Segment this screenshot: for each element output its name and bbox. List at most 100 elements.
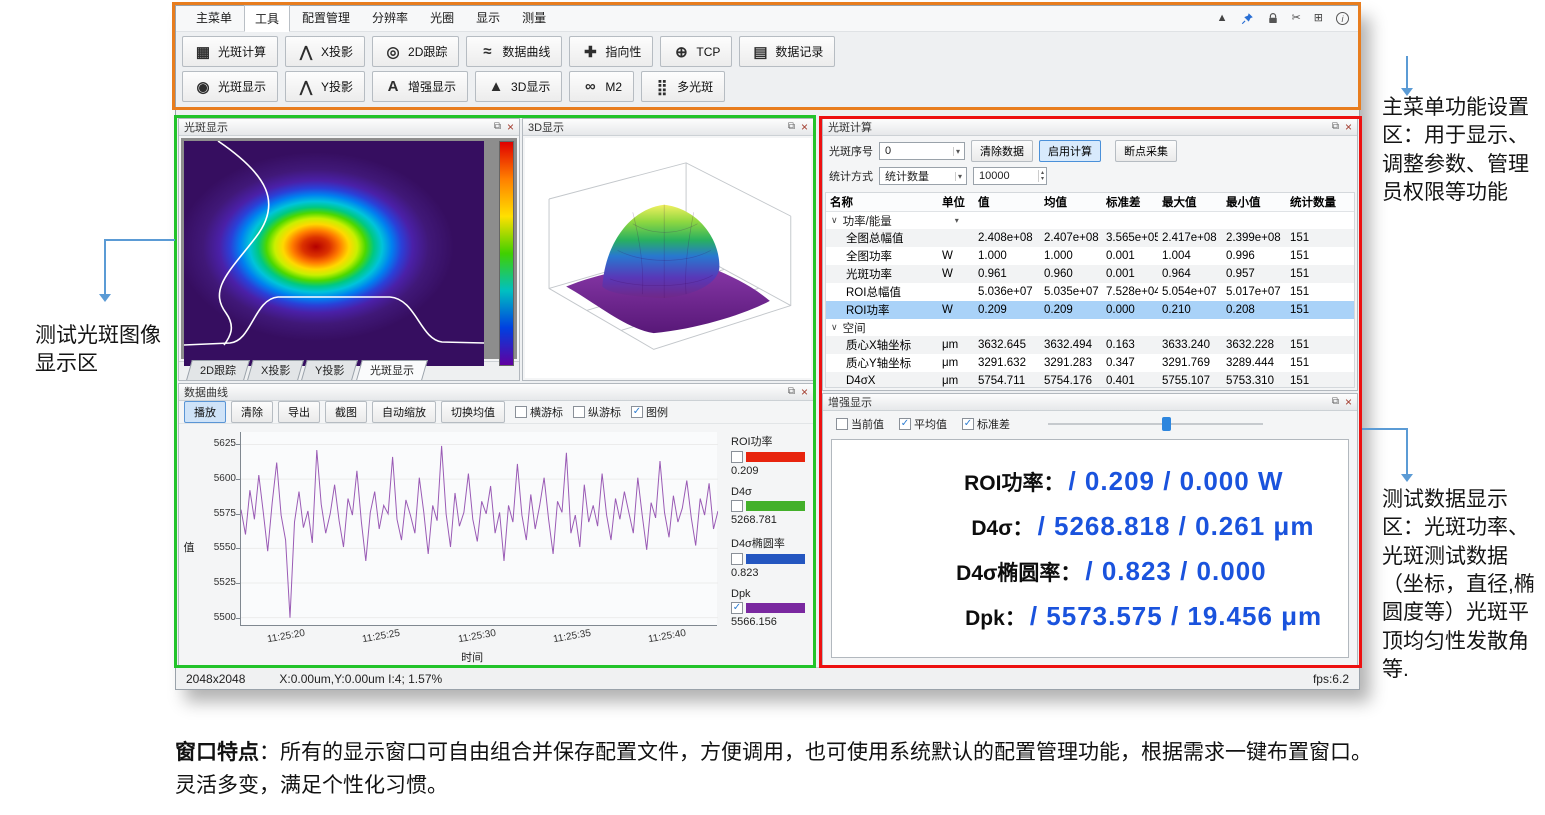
surface-3d-plot[interactable] [525,138,811,378]
gauge-checkbox[interactable] [731,553,743,565]
toolbar-button[interactable]: ⣿多光斑 [641,71,725,102]
float-icon[interactable]: ⧉ [1332,397,1339,407]
close-icon[interactable]: × [1345,121,1352,133]
close-icon[interactable]: × [801,121,808,133]
checkbox[interactable]: ✓ [962,418,974,430]
table-row[interactable]: ROI功率W0.2090.2090.0000.2100.208151 [826,301,1354,319]
checkbox-item[interactable]: ✓图例 [631,404,668,420]
float-icon[interactable]: ⧉ [1332,122,1339,132]
checkbox[interactable]: ✓ [899,418,911,430]
float-icon[interactable]: ⧉ [788,387,795,397]
curve-plot[interactable] [240,432,717,626]
stat-mode-combo[interactable]: 统计数量▾ [879,167,967,185]
toolbar-button[interactable]: ▤数据记录 [739,36,835,67]
menu-tab[interactable]: 显示 [466,5,510,32]
toolbar-button[interactable]: ⋀Y投影 [285,71,365,102]
toolbar-button[interactable]: ▦光斑计算 [182,36,278,67]
spot-tab[interactable]: 2D跟踪 [186,360,250,380]
lock-icon[interactable] [1267,12,1279,25]
filter-dropdown-icon[interactable]: ▾ [955,216,959,225]
gauge-checkbox[interactable] [731,500,743,512]
table-group-row[interactable]: ∨空间 [826,319,1354,336]
table-header-cell[interactable]: 统计数量 [1286,194,1354,210]
curve-button[interactable]: 导出 [278,401,320,423]
collapse-icon[interactable]: ▲ [1217,13,1228,24]
spot-index-combo[interactable]: 0▾ [879,142,965,160]
toolbar-button[interactable]: ▲3D显示 [475,71,562,102]
gauge-checkbox[interactable] [731,451,743,463]
toolbar-button[interactable]: ✚指向性 [569,36,653,67]
checkbox-label: 平均值 [914,416,947,432]
menu-tab[interactable]: 配置管理 [292,5,360,32]
checkbox-item[interactable]: ✓平均值 [899,416,947,432]
menu-tab[interactable]: 测量 [512,5,556,32]
table-cell: 0.961 [974,268,1040,280]
table-header-cell[interactable]: 值 [974,194,1040,210]
table-group-row[interactable]: ∨功率/能量▾ [826,212,1354,229]
table-row[interactable]: D4σXμm5754.7115754.1760.4015755.1075753.… [826,372,1354,388]
table-header-cell[interactable]: 均值 [1040,194,1102,210]
table-row[interactable]: 全图功率W1.0001.0000.0011.0040.996151 [826,247,1354,265]
table-row[interactable]: 质心X轴坐标μm3632.6453632.4940.1633633.240363… [826,336,1354,354]
toolbar-button[interactable]: A增强显示 [372,71,468,102]
toolbar-button[interactable]: ≈数据曲线 [466,36,562,67]
float-icon[interactable]: ⧉ [494,122,501,132]
table-row[interactable]: ROI总幅值5.036e+075.035e+077.528e+045.054e+… [826,283,1354,301]
spot-tab[interactable]: Y投影 [302,360,359,380]
pin-icon[interactable] [1241,12,1254,25]
table-cell: 0.209 [1040,304,1102,316]
gauge-bar [746,452,805,462]
curve-button[interactable]: 切换均值 [441,401,505,423]
toolbar-button[interactable]: ◎2D跟踪 [372,36,459,67]
menu-tab[interactable]: 光圈 [420,5,464,32]
cut-icon[interactable]: ✂ [1292,13,1301,24]
beam-image-area[interactable] [181,138,517,359]
table-row[interactable]: 光斑功率W0.9610.9600.0010.9640.957151 [826,265,1354,283]
curve-button[interactable]: 自动缩放 [372,401,436,423]
spot-tab[interactable]: X投影 [247,360,304,380]
enable-calc-button[interactable]: 启用计算 [1039,140,1101,162]
clear-data-button[interactable]: 清除数据 [971,140,1033,162]
checkbox-item[interactable]: ✓标准差 [962,416,1010,432]
toolbar-button[interactable]: ⊕TCP [660,36,732,67]
checkbox-item[interactable]: 横游标 [515,404,563,420]
table-header-cell[interactable]: 最大值 [1158,194,1222,210]
table-header-cell[interactable]: 最小值 [1222,194,1286,210]
toolbar-button[interactable]: ◉光斑显示 [182,71,278,102]
table-cell: 0.210 [1158,304,1222,316]
table-row[interactable]: 质心Y轴坐标μm3291.6323291.2830.3473291.769328… [826,354,1354,372]
table-header-cell[interactable]: 名称 [826,194,938,210]
gauge-checkbox[interactable]: ✓ [731,602,743,614]
checkbox[interactable] [573,406,585,418]
close-icon[interactable]: × [1345,396,1352,408]
checkbox-item[interactable]: 纵游标 [573,404,621,420]
curve-button[interactable]: 清除 [231,401,273,423]
table-row[interactable]: 全图总幅值2.408e+082.407e+083.565e+052.417e+0… [826,229,1354,247]
checkbox[interactable] [515,406,527,418]
layout-icon[interactable]: ⊞ [1314,13,1323,24]
enhance-slider[interactable] [1048,423,1263,425]
curve-button[interactable]: 截图 [325,401,367,423]
footer-note: 窗口特点：所有的显示窗口可自由组合并保存配置文件，方便调用，也可使用系统默认的配… [175,737,1390,802]
close-icon[interactable]: × [801,386,808,398]
spot-tab[interactable]: 光斑显示 [356,360,428,380]
table-header-cell[interactable]: 单位 [938,194,974,210]
slider-handle[interactable] [1162,417,1171,431]
table-header-cell[interactable]: 标准差 [1102,194,1158,210]
stat-count-spinner[interactable]: 10000▴▾ [973,167,1047,185]
checkbox[interactable]: ✓ [631,406,643,418]
info-icon[interactable]: i [1336,12,1349,25]
curve-button[interactable]: 播放 [184,401,226,423]
toolbar-button[interactable]: ∞M2 [569,71,634,102]
close-icon[interactable]: × [507,121,514,133]
checkbox[interactable] [836,418,848,430]
menu-tab[interactable]: 分辨率 [362,5,418,32]
breakpoint-capture-button[interactable]: 断点采集 [1115,140,1177,162]
float-icon[interactable]: ⧉ [788,122,795,132]
menu-tab[interactable]: 主菜单 [186,5,242,32]
toolbar-button[interactable]: ⋀X投影 [285,36,365,67]
checkbox-item[interactable]: 当前值 [836,416,884,432]
table-cell: 151 [1286,286,1354,298]
menu-tab[interactable]: 工具 [244,5,290,32]
spinner-arrows-icon[interactable]: ▴▾ [1038,170,1044,182]
